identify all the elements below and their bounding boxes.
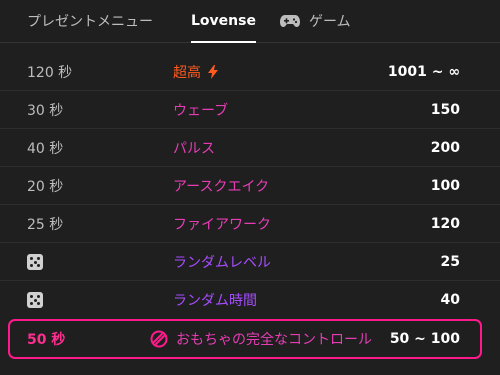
pattern-name: おもちゃの完全なコントロール: [176, 332, 372, 348]
list-item[interactable]: ランダムレベル 25: [0, 243, 500, 281]
token-amount: 50 ~ 100: [389, 331, 460, 347]
duration: [27, 243, 43, 281]
toy-control-icon: [150, 330, 168, 348]
menu-tabs: プレゼントメニュー Lovense ゲーム: [0, 0, 500, 43]
pattern-name-wrap: 超高: [173, 53, 218, 91]
pattern-name: 超高: [173, 65, 201, 81]
full-control-item[interactable]: 50 秒 おもちゃの完全なコントロール 50 ~ 100: [8, 319, 482, 359]
pattern-name: アースクエイク: [173, 179, 270, 195]
pattern-name: パルス: [173, 141, 215, 157]
tab-lovense[interactable]: Lovense: [191, 0, 256, 43]
tab-label: プレゼントメニュー: [27, 14, 153, 30]
dice-icon: [27, 254, 43, 270]
duration: 40 秒: [27, 141, 64, 157]
gamepad-icon: [280, 15, 300, 27]
list-item[interactable]: 30 秒 ウェーブ 150: [0, 91, 500, 129]
tab-label: ゲーム: [309, 14, 351, 30]
full-control-name-wrap: おもちゃの完全なコントロール: [150, 321, 372, 357]
list-item[interactable]: 120 秒 超高 1001 ~ ∞: [0, 53, 500, 91]
duration: 50 秒: [27, 332, 66, 348]
list-item[interactable]: 25 秒 ファイアワーク 120: [0, 205, 500, 243]
list-item[interactable]: 20 秒 アースクエイク 100: [0, 167, 500, 205]
token-amount: 100: [430, 178, 460, 194]
token-amount: 1001 ~ ∞: [387, 64, 460, 80]
duration: 120 秒: [27, 65, 73, 81]
duration: 30 秒: [27, 103, 64, 119]
pattern-name: ウェーブ: [173, 103, 229, 119]
token-amount: 150: [430, 102, 460, 118]
token-amount: 200: [430, 140, 460, 156]
token-amount: 120: [430, 216, 460, 232]
pattern-name: ランダム時間: [173, 293, 257, 309]
tab-label: Lovense: [191, 13, 256, 29]
list-item[interactable]: 40 秒 パルス 200: [0, 129, 500, 167]
tab-gift-menu[interactable]: プレゼントメニュー: [27, 0, 153, 42]
token-amount: 25: [440, 254, 460, 270]
lightning-icon: [208, 65, 218, 79]
duration: 20 秒: [27, 179, 64, 195]
duration: [27, 281, 43, 319]
tab-game[interactable]: ゲーム: [280, 0, 351, 42]
dice-icon: [27, 292, 43, 308]
duration: 25 秒: [27, 217, 64, 233]
pattern-name: ファイアワーク: [173, 217, 271, 233]
pattern-name: ランダムレベル: [173, 255, 271, 271]
token-amount: 40: [440, 292, 460, 308]
list-item[interactable]: ランダム時間 40: [0, 281, 500, 319]
